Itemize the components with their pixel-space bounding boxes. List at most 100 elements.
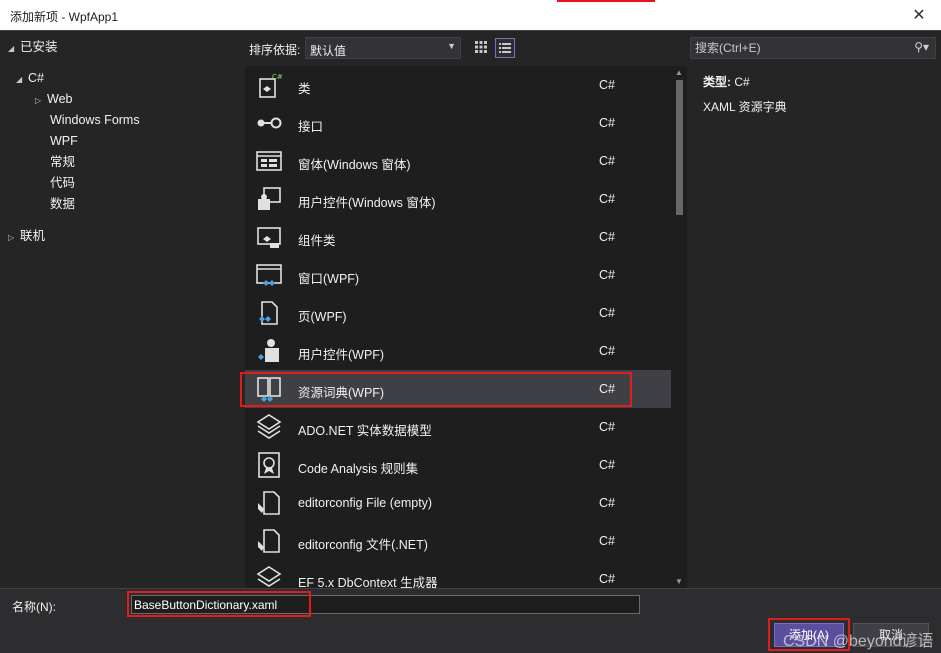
template-row[interactable]: editorconfig 文件(.NET) C#: [245, 522, 671, 560]
template-name: 页(WPF): [298, 310, 347, 324]
editorconfig-icon: [258, 529, 280, 553]
template-row[interactable]: Code Analysis 规则集 C#: [245, 446, 671, 484]
template-row[interactable]: 用户控件(WPF) C#: [245, 332, 671, 370]
tree-item-installed[interactable]: ◢ 已安装: [8, 37, 58, 57]
template-row[interactable]: 窗体(Windows 窗体) C#: [245, 142, 671, 180]
template-name: ADO.NET 实体数据模型: [298, 424, 432, 438]
wpf-page-icon: [259, 301, 278, 325]
template-language: C#: [599, 78, 615, 92]
template-name: EF 5.x DbContext 生成器: [298, 576, 438, 588]
tree-label: 已安装: [20, 40, 58, 54]
dbcontext-icon: [256, 566, 282, 587]
tree-label: C#: [28, 71, 44, 85]
template-name: Code Analysis 规则集: [298, 462, 419, 476]
add-button[interactable]: 添加(A): [774, 623, 844, 647]
template-language: C#: [599, 534, 615, 548]
expanded-triangle-icon: ◢: [16, 75, 23, 84]
template-language: C#: [599, 496, 615, 510]
template-name: 资源词典(WPF): [298, 386, 385, 400]
component-class-icon: [257, 227, 281, 248]
scroll-up-arrow-icon[interactable]: ▲: [675, 68, 683, 77]
sort-dropdown[interactable]: 默认值 ▼: [305, 37, 461, 59]
template-language: C#: [599, 344, 615, 358]
close-icon[interactable]: ✕: [909, 5, 929, 25]
template-row[interactable]: 用户控件(Windows 窗体) C#: [245, 180, 671, 218]
template-name: 用户控件(WPF): [298, 348, 385, 362]
tree-item-general[interactable]: 常规: [50, 152, 75, 172]
ruleset-icon: [258, 452, 280, 478]
tree-item-wpf[interactable]: WPF: [50, 131, 78, 151]
details-description: XAML 资源字典: [703, 100, 787, 114]
template-language: C#: [599, 268, 615, 282]
template-name: 类: [298, 82, 311, 96]
template-row[interactable]: 接口 C#: [245, 104, 671, 142]
template-row[interactable]: 页(WPF) C#: [245, 294, 671, 332]
wpf-window-icon: [256, 264, 282, 286]
search-input[interactable]: [691, 38, 901, 58]
template-language: C#: [599, 572, 615, 586]
tree-item-online[interactable]: ▷ 联机: [8, 226, 45, 246]
svg-text:C#: C#: [272, 73, 283, 81]
chevron-down-icon: ▼: [447, 41, 456, 51]
title-accent-bar: [557, 0, 655, 2]
editorconfig-icon: [258, 491, 280, 515]
sort-value: 默认值: [310, 44, 347, 58]
template-name: 窗口(WPF): [298, 272, 360, 286]
template-language: C#: [599, 458, 615, 472]
title-bar: 添加新项 - WpfApp1 ✕: [0, 0, 941, 31]
tree-label: 联机: [20, 229, 46, 243]
template-name: editorconfig 文件(.NET): [298, 538, 428, 552]
template-list: C# 类 C# 接口 C# 窗体(Windows 窗体) C# 用户控件(Win…: [245, 66, 687, 588]
name-input[interactable]: [131, 595, 640, 614]
grid-view-icon[interactable]: [471, 38, 491, 58]
window-title: 添加新项 - WpfApp1: [10, 10, 119, 24]
tree-item-code[interactable]: 代码: [50, 173, 75, 193]
wpf-user-control-icon: [258, 339, 279, 362]
template-language: C#: [599, 192, 615, 206]
template-row[interactable]: editorconfig File (empty) C#: [245, 484, 671, 522]
template-language: C#: [599, 116, 615, 130]
details-type: 类型: C#: [703, 73, 750, 90]
template-row[interactable]: 窗口(WPF) C#: [245, 256, 671, 294]
sort-label: 排序依据:: [249, 43, 301, 57]
scroll-down-arrow-icon[interactable]: ▼: [675, 577, 683, 586]
tree-item-csharp[interactable]: ◢ C#: [16, 68, 44, 88]
template-row[interactable]: C# 类 C#: [245, 66, 671, 104]
template-name: editorconfig File (empty): [298, 496, 433, 510]
tree-label: Web: [47, 92, 73, 106]
template-language: C#: [599, 154, 615, 168]
list-toolbar: 排序依据: 默认值 ▼: [245, 31, 686, 65]
template-language: C#: [599, 382, 615, 396]
template-name: 接口: [298, 120, 324, 134]
template-language: C#: [599, 306, 615, 320]
template-language: C#: [599, 420, 615, 434]
tree-item-web[interactable]: ▷ Web: [35, 89, 72, 109]
template-name: 用户控件(Windows 窗体): [298, 196, 436, 210]
list-view-icon[interactable]: [495, 38, 515, 58]
template-language: C#: [599, 230, 615, 244]
tree-item-windows-forms[interactable]: Windows Forms: [50, 110, 140, 130]
class-icon: C#: [259, 73, 283, 98]
template-row[interactable]: 组件类 C#: [245, 218, 671, 256]
search-icon[interactable]: ⚲▾: [914, 40, 929, 54]
template-row[interactable]: ADO.NET 实体数据模型 C#: [245, 408, 671, 446]
collapsed-triangle-icon: ▷: [8, 233, 15, 242]
windows-form-icon: [256, 151, 282, 171]
expanded-triangle-icon: ◢: [8, 44, 15, 53]
details-type-label: 类型:: [703, 75, 731, 89]
interface-icon: [257, 117, 282, 129]
resource-dictionary-icon: [257, 377, 281, 402]
cancel-button[interactable]: 取消: [853, 623, 929, 647]
name-field-label: 名称(N):: [12, 600, 56, 614]
category-tree: ◢ 已安装 ◢ C# ▷ Web Windows Forms WPF 常规 代码 数据…: [0, 31, 245, 588]
details-type-value: C#: [734, 75, 750, 89]
template-name: 窗体(Windows 窗体): [298, 158, 411, 172]
scrollbar-thumb[interactable]: [676, 80, 683, 215]
search-box[interactable]: ⚲▾: [690, 37, 936, 59]
template-list-scrollbar[interactable]: ▲ ▼: [672, 66, 687, 588]
template-row-selected[interactable]: 资源词典(WPF) C#: [245, 370, 671, 408]
template-row[interactable]: EF 5.x DbContext 生成器 C#: [245, 560, 671, 588]
collapsed-triangle-icon: ▷: [35, 96, 42, 105]
entity-model-icon: [256, 414, 282, 439]
tree-item-data[interactable]: 数据: [50, 194, 75, 214]
